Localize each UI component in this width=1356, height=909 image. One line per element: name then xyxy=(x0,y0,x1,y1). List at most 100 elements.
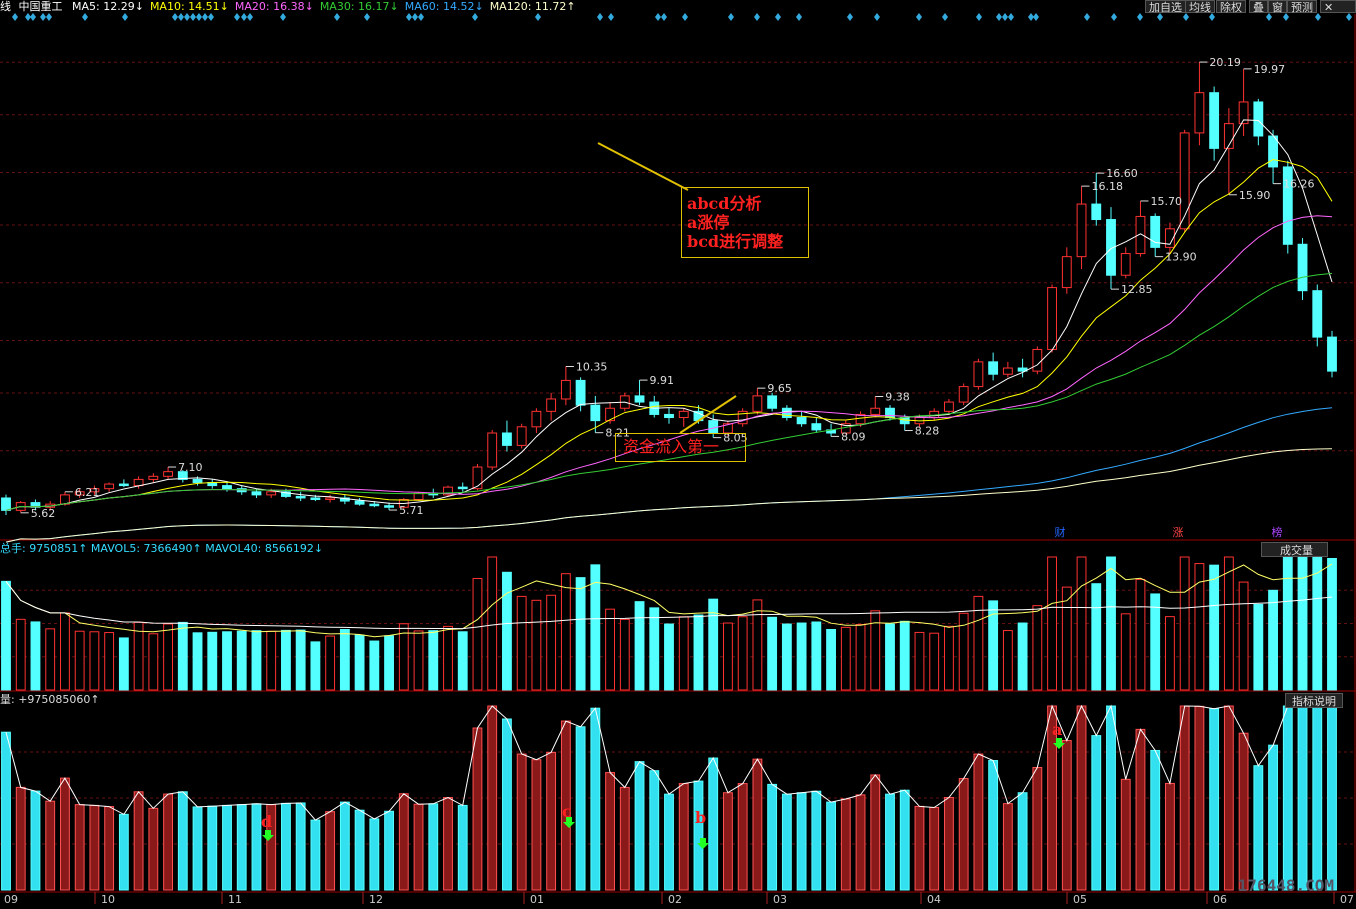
event-badge: 榜 xyxy=(1272,525,1283,539)
indicator-bar xyxy=(737,783,748,891)
volume-bar xyxy=(443,625,453,691)
indicator-bar xyxy=(826,801,836,891)
toolbar-button[interactable]: 窗 xyxy=(1268,0,1287,14)
candle xyxy=(1,497,11,511)
volume-bar xyxy=(914,631,925,691)
event-badge: 财 xyxy=(1055,525,1066,539)
volume-bar xyxy=(1061,586,1072,691)
candle xyxy=(560,379,571,400)
candle xyxy=(811,423,822,431)
indicator-bar xyxy=(1282,705,1293,891)
indicator-bar xyxy=(1179,705,1190,891)
indicator-bar xyxy=(914,805,925,891)
event-diamond-icon xyxy=(122,13,128,21)
volume-bar xyxy=(826,628,836,691)
event-diamond-icon xyxy=(728,13,734,21)
price-extreme-label: 6.21 xyxy=(75,486,100,499)
indicator-bar xyxy=(1076,705,1087,891)
indicator-bar xyxy=(118,813,129,891)
indicator-bar xyxy=(811,790,822,891)
event-diamond-icon xyxy=(234,13,240,21)
price-extreme-label: 19.97 xyxy=(1254,63,1286,76)
indicator-help-button[interactable]: 指标说明 xyxy=(1285,693,1343,708)
indicator-bar xyxy=(1135,728,1146,891)
candle xyxy=(295,495,306,499)
event-diamond-icon xyxy=(996,13,1002,21)
volume-bar xyxy=(796,622,807,691)
volume-bar xyxy=(207,631,218,691)
volume-bar xyxy=(222,631,232,691)
volume-bar xyxy=(1312,556,1323,691)
price-extreme-label: 13.90 xyxy=(1165,251,1197,264)
event-diamond-icon xyxy=(1002,13,1008,21)
event-diamond-icon xyxy=(184,13,190,21)
event-diamond-icon xyxy=(597,13,603,21)
candle xyxy=(1179,132,1190,230)
indicator-header: 量: +975085060↑ xyxy=(0,693,100,706)
toolbar-button[interactable]: 除权 xyxy=(1216,0,1246,14)
event-diamond-icon xyxy=(202,13,208,21)
volume-bar xyxy=(1268,589,1278,691)
candle xyxy=(413,492,424,501)
event-diamond-icon xyxy=(472,13,478,21)
candle xyxy=(192,478,203,483)
indicator-bar xyxy=(1268,744,1278,891)
candle xyxy=(531,410,542,428)
volume-bar xyxy=(1253,603,1264,691)
candle xyxy=(266,491,277,496)
volume-bar xyxy=(693,614,704,691)
mark-c: c xyxy=(562,802,572,821)
event-diamond-icon xyxy=(976,13,982,21)
indicator-bar xyxy=(988,760,999,891)
volume-bar xyxy=(1032,605,1043,691)
indicator-bar xyxy=(855,794,866,891)
indicator-bar xyxy=(89,804,100,891)
x-axis-label: 09 xyxy=(4,893,18,906)
volume-bar xyxy=(413,630,424,691)
indicator-bar xyxy=(325,811,336,891)
close-icon[interactable]: ✕ xyxy=(1320,0,1356,14)
volume-bar xyxy=(531,599,542,691)
event-diamond-icon xyxy=(608,13,614,21)
indicator-bar xyxy=(693,780,704,891)
volume-bar xyxy=(502,571,512,691)
volume-bar xyxy=(251,630,262,691)
event-diamond-icon xyxy=(1283,13,1289,21)
price-extreme-label: 16.60 xyxy=(1106,167,1138,180)
indicator-bar xyxy=(1,731,11,891)
x-axis-label: 06 xyxy=(1213,893,1227,906)
event-diamond-icon xyxy=(1111,13,1117,21)
volume-bar xyxy=(1076,556,1087,691)
x-axis-label: 02 xyxy=(668,893,682,906)
event-diamond-icon xyxy=(40,13,46,21)
volume-bar xyxy=(811,621,822,691)
volume-bar xyxy=(457,631,468,691)
price-extreme-label: 7.10 xyxy=(178,461,203,474)
toolbar-button[interactable]: 预测 xyxy=(1287,0,1317,14)
ma-legend-item: MA10: 14.51↓ xyxy=(149,0,229,13)
candle xyxy=(870,407,881,415)
tab-volume[interactable]: 成交量 xyxy=(1261,542,1328,557)
annotation-arrow xyxy=(597,142,689,191)
toolbar-button[interactable]: 叠 xyxy=(1249,0,1268,14)
indicator-bar xyxy=(678,783,689,891)
candle xyxy=(310,497,321,501)
candle xyxy=(1091,203,1102,221)
event-diamond-icon xyxy=(874,13,880,21)
toolbar-button[interactable]: 加自选 xyxy=(1145,0,1186,14)
candle xyxy=(634,395,645,403)
indicator-bar xyxy=(1297,705,1308,891)
toolbar-button[interactable]: 均线 xyxy=(1185,0,1215,14)
candle xyxy=(575,379,586,406)
candle xyxy=(1268,135,1278,168)
event-diamond-icon xyxy=(655,13,661,21)
candle xyxy=(384,505,394,508)
candle xyxy=(1327,336,1337,372)
indicator-bar xyxy=(1209,708,1220,891)
indicator-bar xyxy=(723,792,733,891)
volume-bar xyxy=(118,637,129,691)
indicator-bar xyxy=(236,804,247,891)
candle xyxy=(1297,243,1308,292)
candle xyxy=(546,398,557,412)
candle xyxy=(472,466,483,490)
